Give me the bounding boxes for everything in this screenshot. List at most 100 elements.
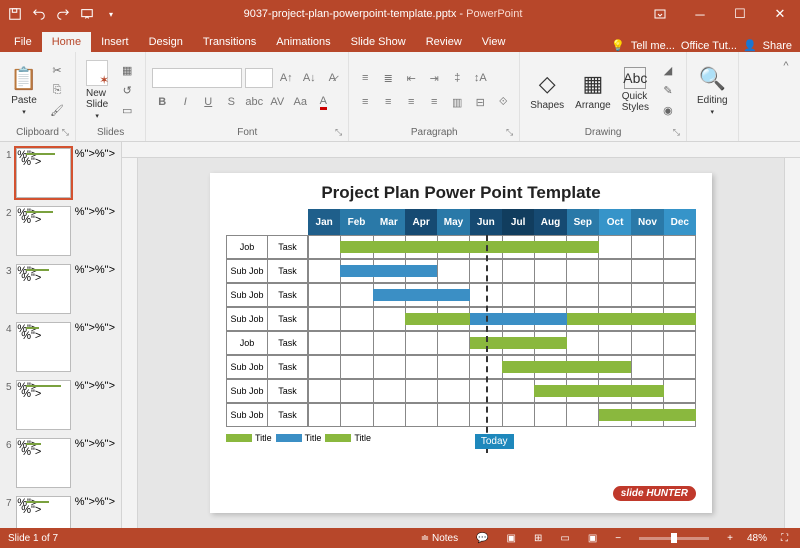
ribbon-options-icon[interactable] — [640, 0, 680, 28]
comments-icon[interactable]: 💬 — [472, 533, 492, 544]
align-center-icon[interactable]: ≡ — [378, 92, 398, 112]
legend-swatch — [325, 434, 351, 442]
grow-font-icon[interactable]: A↑ — [276, 68, 296, 88]
launcher-icon[interactable]: ⤡ — [673, 127, 680, 138]
normal-view-icon[interactable]: ▣ — [503, 533, 520, 544]
row-job-label: Sub Job — [226, 355, 268, 379]
bold-icon[interactable]: B — [152, 92, 172, 112]
font-family-combo[interactable] — [152, 68, 242, 88]
paste-button[interactable]: 📋Paste▾ — [6, 63, 42, 118]
slide-thumbnail[interactable]: %">%"> — [16, 496, 71, 528]
zoom-out-button[interactable]: − — [611, 533, 625, 544]
row-task-label: Task — [268, 379, 308, 403]
row-task-label: Task — [268, 235, 308, 259]
strike-icon[interactable]: S — [221, 92, 241, 112]
tab-insert[interactable]: Insert — [91, 32, 139, 52]
slide-thumbnail[interactable]: %">%"> — [16, 148, 71, 198]
shrink-font-icon[interactable]: A↓ — [299, 68, 319, 88]
slideshow-view-icon[interactable]: ▣ — [584, 533, 601, 544]
bullets-icon[interactable]: ≡ — [355, 68, 375, 88]
slide-thumbnail[interactable]: %">%"> — [16, 438, 71, 488]
share-icon: 👤 — [743, 39, 757, 52]
tab-design[interactable]: Design — [139, 32, 193, 52]
italic-icon[interactable]: I — [175, 92, 195, 112]
copy-icon[interactable]: ⎘ — [47, 81, 67, 99]
fit-window-icon[interactable]: ⛶ — [777, 533, 792, 544]
layout-icon[interactable]: ▦ — [117, 61, 137, 79]
shadow-icon[interactable]: abc — [244, 92, 264, 112]
shape-outline-icon[interactable]: ✎ — [658, 81, 678, 99]
gantt-bar — [567, 313, 696, 325]
tab-review[interactable]: Review — [416, 32, 472, 52]
slide-thumbnail[interactable]: %">%"> — [16, 380, 71, 430]
quick-access-toolbar: ▾ — [0, 3, 126, 25]
shape-fill-icon[interactable]: ◢ — [658, 61, 678, 79]
sorter-view-icon[interactable]: ⊞ — [530, 533, 546, 544]
tell-me[interactable]: Tell me... — [631, 40, 675, 52]
arrange-button[interactable]: ▦Arrange — [571, 68, 615, 113]
indent-inc-icon[interactable]: ⇥ — [424, 68, 444, 88]
justify-icon[interactable]: ≡ — [424, 92, 444, 112]
zoom-level[interactable]: 48% — [747, 533, 767, 544]
slide-thumbnails[interactable]: 1%">%">%">%">2%">%">%">%">3%">%">%">%">4… — [0, 142, 122, 528]
launcher-icon[interactable]: ⤡ — [506, 127, 513, 138]
tab-view[interactable]: View — [472, 32, 516, 52]
close-button[interactable]: ✕ — [760, 0, 800, 28]
tab-home[interactable]: Home — [42, 32, 91, 52]
reset-icon[interactable]: ↺ — [117, 81, 137, 99]
line-spacing-icon[interactable]: ‡ — [447, 68, 467, 88]
font-color-icon[interactable]: A — [313, 92, 333, 112]
group-label-font: Font⤡ — [152, 126, 342, 139]
undo-icon[interactable] — [28, 3, 50, 25]
start-slideshow-icon[interactable] — [76, 3, 98, 25]
columns-icon[interactable]: ▥ — [447, 92, 467, 112]
tab-transitions[interactable]: Transitions — [193, 32, 266, 52]
gantt-bar — [470, 337, 567, 349]
case-icon[interactable]: Aa — [290, 92, 310, 112]
launcher-icon[interactable]: ⤡ — [335, 127, 342, 138]
tab-slideshow[interactable]: Slide Show — [341, 32, 416, 52]
font-size-combo[interactable] — [245, 68, 273, 88]
text-direction-icon[interactable]: ↕A — [470, 68, 490, 88]
clear-format-icon[interactable]: A̷ — [322, 68, 342, 88]
quick-styles-button[interactable]: AbcQuick Styles — [618, 65, 653, 115]
reading-view-icon[interactable]: ▭ — [556, 533, 573, 544]
numbering-icon[interactable]: ≣ — [378, 68, 398, 88]
zoom-in-button[interactable]: + — [723, 533, 737, 544]
smartart-icon[interactable]: ⟐ — [493, 92, 513, 112]
qat-dropdown-icon[interactable]: ▾ — [100, 3, 122, 25]
launcher-icon[interactable]: ⤡ — [62, 127, 69, 138]
spacing-icon[interactable]: AV — [267, 92, 287, 112]
format-painter-icon[interactable]: 🖌 — [47, 101, 67, 119]
align-right-icon[interactable]: ≡ — [401, 92, 421, 112]
align-left-icon[interactable]: ≡ — [355, 92, 375, 112]
slide-thumbnail[interactable]: %">%"> — [16, 322, 71, 372]
shapes-button[interactable]: ◇Shapes — [526, 68, 568, 113]
collapse-ribbon-icon[interactable]: ^ — [776, 56, 796, 76]
shape-effects-icon[interactable]: ◉ — [658, 101, 678, 119]
zoom-slider[interactable] — [639, 537, 709, 540]
vertical-scrollbar[interactable] — [784, 158, 800, 528]
tab-file[interactable]: File — [4, 32, 42, 52]
office-link[interactable]: Office Tut... — [681, 40, 737, 52]
cut-icon[interactable]: ✂ — [47, 61, 67, 79]
gantt-bar — [502, 361, 631, 373]
maximize-button[interactable]: ☐ — [720, 0, 760, 28]
tab-animations[interactable]: Animations — [266, 32, 340, 52]
share-button[interactable]: Share — [763, 40, 792, 52]
new-slide-button[interactable]: ✶New Slide▾ — [82, 58, 112, 122]
slide-canvas[interactable]: Project Plan Power Point Template JanFeb… — [138, 158, 784, 528]
slide-thumbnail[interactable]: %">%"> — [16, 206, 71, 256]
align-text-icon[interactable]: ⊟ — [470, 92, 490, 112]
indent-dec-icon[interactable]: ⇤ — [401, 68, 421, 88]
notes-button[interactable]: ≐ Notes — [417, 533, 462, 544]
minimize-button[interactable]: ─ — [680, 0, 720, 28]
slide-thumbnail[interactable]: %">%"> — [16, 264, 71, 314]
editing-button[interactable]: 🔍Editing▾ — [693, 63, 732, 118]
redo-icon[interactable] — [52, 3, 74, 25]
tell-me-icon[interactable]: 💡 — [611, 39, 625, 52]
section-icon[interactable]: ▭ — [117, 101, 137, 119]
save-icon[interactable] — [4, 3, 26, 25]
slide[interactable]: Project Plan Power Point Template JanFeb… — [210, 173, 712, 513]
underline-icon[interactable]: U — [198, 92, 218, 112]
